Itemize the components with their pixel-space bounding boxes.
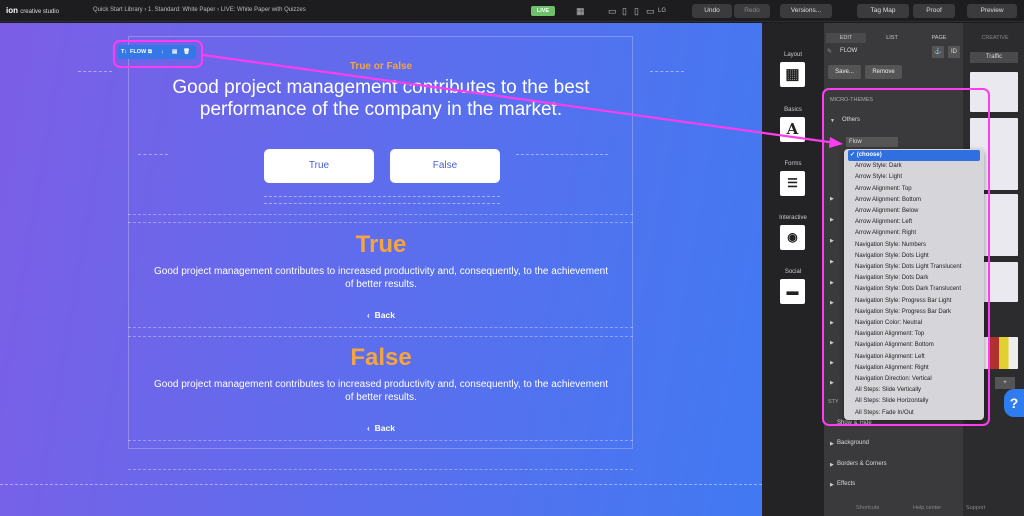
undo-button[interactable]: Undo — [692, 4, 732, 18]
proof-label: Proof — [926, 7, 942, 14]
help-center-link[interactable]: Help center — [913, 505, 941, 511]
versions-label: Versions... — [790, 7, 822, 14]
top-bar: ion creative studio Quick Start Library … — [0, 0, 1024, 22]
preview-label: Preview — [980, 7, 1004, 14]
basics-label: Basics — [784, 107, 802, 113]
breadcrumb[interactable]: Quick Start Library › 1. Standard: White… — [93, 7, 306, 13]
expand-right-icon[interactable]: ▶ — [830, 441, 834, 447]
versions-button[interactable]: Versions... — [780, 4, 832, 18]
mobile-view-icon[interactable]: ▯ — [634, 5, 639, 17]
live-badge: LIVE — [531, 6, 555, 16]
social-label: Social — [784, 269, 802, 275]
add-page-icon[interactable]: + — [995, 377, 1015, 389]
answer-true-button[interactable]: True — [264, 149, 374, 183]
proof-button[interactable]: Proof — [913, 4, 955, 18]
logo-subtext: creative studio — [20, 9, 59, 15]
back-label: Back — [374, 423, 395, 433]
result-false-text: Good project management contributes to i… — [154, 379, 608, 403]
guide-line — [138, 154, 168, 155]
logo-text: ion — [6, 6, 18, 15]
borders-corners-section[interactable]: Borders & Corners — [837, 461, 887, 467]
form-icon[interactable]: ☰ — [780, 171, 805, 196]
step-divider — [128, 469, 633, 470]
layout-icon[interactable]: ▦ — [780, 62, 805, 87]
expand-right-icon[interactable]: ▶ — [830, 482, 834, 488]
zoom-label-icon[interactable]: LG — [658, 5, 666, 17]
forms-label: Forms — [784, 161, 802, 167]
guide-line — [0, 484, 762, 485]
quiz-question: Good project management contributes to t… — [172, 77, 590, 120]
redo-button[interactable]: Redo — [734, 4, 770, 18]
element-name: FLOW — [840, 48, 858, 54]
preview-button[interactable]: Preview — [967, 4, 1017, 18]
chat-icon[interactable]: ▬ — [780, 279, 805, 304]
interactive-label: Interactive — [779, 215, 807, 221]
tablet-view-icon[interactable]: ▯ — [622, 5, 627, 17]
remove-button[interactable]: Remove — [865, 65, 902, 79]
tab-page[interactable]: PAGE — [917, 33, 961, 43]
result-false-title: False — [350, 344, 412, 371]
step-divider — [128, 214, 633, 215]
chevron-left-icon: ‹ — [367, 310, 375, 320]
tab-edit[interactable]: EDIT — [826, 33, 866, 43]
expand-right-icon[interactable]: ▶ — [830, 462, 834, 468]
id-button[interactable]: ID — [948, 46, 960, 58]
play-icon[interactable]: ◉ — [780, 225, 805, 250]
chevron-left-icon: ‹ — [367, 423, 375, 433]
tab-creative[interactable]: CREATIVE — [967, 33, 1023, 43]
desktop-view-icon[interactable]: ▭ — [608, 5, 617, 17]
back-button-true[interactable]: ‹ Back — [0, 310, 762, 320]
highlight-flow-toolbar — [113, 40, 203, 68]
result-true-text: Good project management contributes to i… — [154, 266, 608, 290]
back-label: Back — [374, 310, 395, 320]
help-button[interactable]: ? — [1004, 389, 1024, 417]
tab-list[interactable]: LIST — [870, 33, 914, 43]
page-grid-icon[interactable]: ▦ — [576, 5, 585, 17]
highlight-micro-themes — [822, 88, 990, 426]
step-divider — [128, 336, 633, 337]
back-button-false[interactable]: ‹ Back — [0, 423, 762, 433]
anchor-icon[interactable]: ⚓ — [932, 46, 944, 58]
step-divider — [128, 440, 633, 441]
pencil-icon[interactable]: ✎ — [827, 48, 832, 55]
step-divider — [128, 327, 633, 328]
shortcuts-link[interactable]: Shortcuts — [856, 505, 879, 511]
landscape-view-icon[interactable]: ▭ — [646, 5, 655, 17]
effects-section[interactable]: Effects — [837, 481, 855, 487]
save-button[interactable]: Save... — [828, 65, 861, 79]
letter-a-icon[interactable]: A — [780, 117, 805, 142]
result-true-title: True — [355, 231, 407, 258]
support-link[interactable]: Support — [966, 505, 985, 511]
step-divider — [128, 222, 633, 223]
guide-line — [264, 203, 500, 204]
layout-label: Layout — [783, 52, 802, 58]
guide-line — [264, 196, 500, 197]
tag-map-label: Tag Map — [870, 7, 896, 14]
traffic-button[interactable]: Traffic — [970, 52, 1018, 63]
undo-label: Undo — [704, 7, 720, 14]
tag-map-button[interactable]: Tag Map — [857, 4, 909, 18]
guide-line — [516, 154, 608, 155]
background-section[interactable]: Background — [837, 440, 869, 446]
answer-false-button[interactable]: False — [390, 149, 500, 183]
app-logo[interactable]: ion creative studio — [6, 6, 59, 15]
redo-label: Redo — [744, 7, 760, 14]
